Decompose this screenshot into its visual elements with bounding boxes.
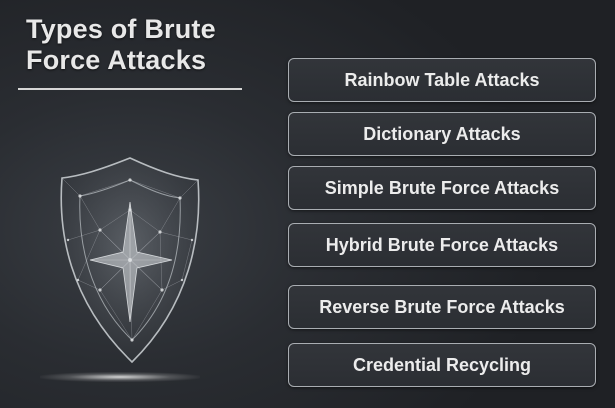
- item-label: Hybrid Brute Force Attacks: [325, 234, 559, 255]
- shield-glow: [40, 372, 200, 382]
- slide: Types of Brute Force Attacks Rainbow Tab…: [0, 0, 615, 408]
- item-simple-brute-force-attacks: Simple Brute Force Attacks: [288, 166, 596, 210]
- shield-icon: [40, 140, 210, 380]
- item-credential-recycling: Credential Recycling: [288, 343, 596, 387]
- page-title: Types of Brute Force Attacks: [26, 14, 216, 76]
- item-label: Simple Brute Force Attacks: [324, 177, 560, 198]
- title-line-1: Types of Brute: [26, 14, 216, 44]
- title-underline: [18, 88, 242, 90]
- item-label: Credential Recycling: [352, 354, 532, 375]
- item-rainbow-table-attacks: Rainbow Table Attacks: [288, 58, 596, 102]
- item-hybrid-brute-force-attacks: Hybrid Brute Force Attacks: [288, 223, 596, 267]
- item-label: Rainbow Table Attacks: [344, 69, 540, 90]
- item-label: Reverse Brute Force Attacks: [319, 296, 565, 317]
- item-dictionary-attacks: Dictionary Attacks: [288, 112, 596, 156]
- item-label: Dictionary Attacks: [363, 123, 521, 144]
- item-reverse-brute-force-attacks: Reverse Brute Force Attacks: [288, 285, 596, 329]
- title-line-2: Force Attacks: [26, 45, 207, 75]
